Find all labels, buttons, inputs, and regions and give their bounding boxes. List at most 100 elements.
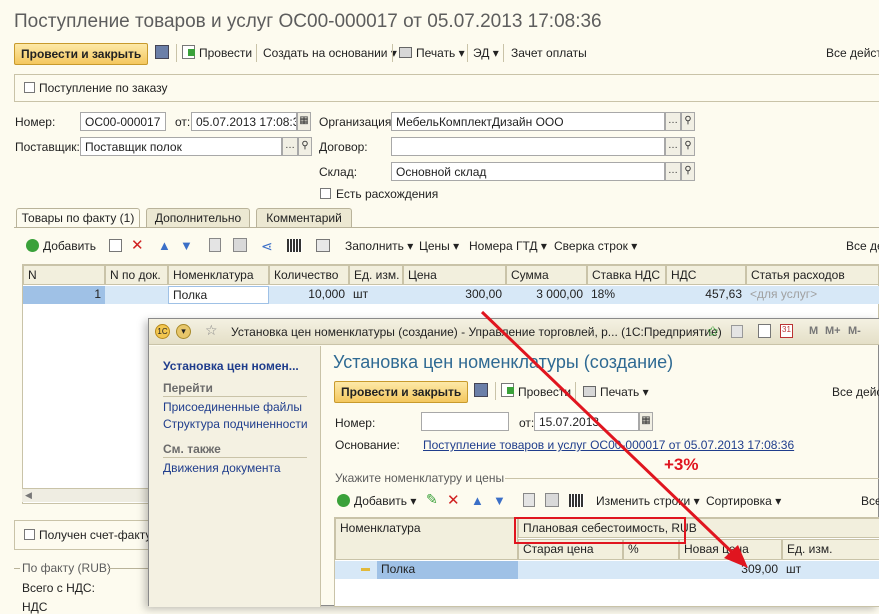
all-actions-button[interactable]: Все действ bbox=[826, 46, 879, 60]
contract-field[interactable] bbox=[391, 137, 665, 156]
select-ellipsis-icon[interactable]: … bbox=[665, 137, 681, 156]
memory-mminus-icon[interactable]: M- bbox=[848, 325, 861, 337]
table-row[interactable]: Полка 309,00 шт bbox=[335, 561, 879, 579]
select-ellipsis-icon[interactable]: … bbox=[665, 162, 681, 181]
edit-pencil-icon[interactable]: ✎ bbox=[426, 491, 438, 508]
basis-link[interactable]: Поступление товаров и услуг ОС00-000017 … bbox=[423, 438, 794, 452]
date-field[interactable]: 05.07.2013 17:08:36 bbox=[191, 112, 297, 131]
post-and-close-button[interactable]: Провести и закрыть bbox=[14, 43, 149, 65]
app-1c-icon[interactable]: 1С bbox=[155, 324, 170, 339]
calendar-icon[interactable]: ▦ bbox=[297, 112, 311, 131]
open-magnifier-icon[interactable]: ⚲ bbox=[298, 137, 312, 156]
column-header[interactable]: НДС bbox=[666, 265, 746, 285]
tab-comment[interactable]: Комментарий bbox=[256, 208, 352, 228]
add-button[interactable]: Добавить bbox=[43, 239, 96, 253]
warehouse-field[interactable]: Основной склад bbox=[391, 162, 665, 181]
column-header[interactable]: Ставка НДС bbox=[587, 265, 666, 285]
column-header[interactable]: Сумма bbox=[506, 265, 587, 285]
horizontal-scrollbar[interactable]: ◀ bbox=[22, 488, 152, 502]
payment-offset-button[interactable]: Зачет оплаты bbox=[511, 46, 587, 60]
move-up-icon[interactable]: ▲ bbox=[471, 493, 484, 508]
prices-button[interactable]: Цены ▾ bbox=[419, 239, 459, 253]
add-button[interactable]: Добавить ▾ bbox=[354, 494, 416, 508]
nav-current-item[interactable]: Установка цен номен... bbox=[163, 359, 299, 373]
calendar-icon[interactable]: 31 bbox=[780, 324, 793, 338]
all-actions-button[interactable]: Все дейс bbox=[832, 385, 879, 399]
move-down-icon[interactable]: ▼ bbox=[180, 238, 193, 253]
select-ellipsis-icon[interactable]: … bbox=[665, 112, 681, 131]
column-header-new-price[interactable]: Новая цена bbox=[679, 539, 782, 560]
save-disk-icon[interactable] bbox=[731, 325, 743, 338]
date-field[interactable]: 15.07.2013 bbox=[534, 412, 639, 431]
number-field[interactable] bbox=[421, 412, 509, 431]
delete-icon[interactable]: ✕ bbox=[447, 491, 460, 509]
tab-additional[interactable]: Дополнительно bbox=[146, 208, 250, 228]
move-down-icon[interactable]: ▼ bbox=[493, 493, 506, 508]
price-setting-window: 1С ▾ ☆ Установка цен номенклатуры (созда… bbox=[148, 318, 879, 607]
calculator-icon[interactable] bbox=[758, 324, 771, 338]
attached-files-link[interactable]: Присоединенные файлы bbox=[163, 400, 302, 414]
star-add-icon[interactable]: ✩ bbox=[707, 323, 719, 340]
memory-m-icon[interactable]: M bbox=[809, 325, 818, 337]
share-icon[interactable]: ⋖ bbox=[261, 238, 273, 255]
print-button[interactable]: Печать ▾ bbox=[416, 46, 465, 60]
table-icon[interactable] bbox=[316, 239, 330, 252]
supplier-field[interactable]: Поставщик полок bbox=[80, 137, 282, 156]
memory-mplus-icon[interactable]: M+ bbox=[825, 325, 841, 337]
ed-button[interactable]: ЭД ▾ bbox=[473, 46, 499, 60]
invoice-received-checkbox[interactable] bbox=[24, 529, 35, 540]
sort-label: Сортировка bbox=[706, 494, 772, 508]
column-header-item[interactable]: Номенклатура bbox=[335, 518, 518, 560]
tab-goods-by-fact[interactable]: Товары по факту (1) bbox=[16, 208, 140, 228]
cell-item[interactable]: Полка bbox=[168, 286, 269, 304]
document-movements-link[interactable]: Движения документа bbox=[163, 461, 281, 475]
fill-button[interactable]: Заполнить ▾ bbox=[345, 239, 413, 253]
save-icon[interactable] bbox=[155, 45, 169, 59]
favorite-star-icon[interactable]: ☆ bbox=[205, 322, 218, 339]
cell-new-price[interactable]: 309,00 bbox=[679, 561, 782, 579]
column-header[interactable]: N bbox=[23, 265, 105, 285]
delete-icon[interactable]: ✕ bbox=[131, 236, 144, 254]
grid-all-actions-button[interactable]: Все bbox=[861, 494, 879, 508]
table-row[interactable]: 1 Полка 10,000 шт 300,00 3 000,00 18% 45… bbox=[23, 286, 879, 304]
menu-down-icon[interactable]: ▾ bbox=[176, 324, 191, 339]
column-header[interactable]: Цена bbox=[403, 265, 506, 285]
column-header[interactable]: Номенклатура bbox=[168, 265, 269, 285]
post-button[interactable]: Провести bbox=[199, 46, 252, 60]
column-header[interactable]: Статья расходов bbox=[746, 265, 879, 285]
paste-icon[interactable] bbox=[233, 238, 247, 252]
open-magnifier-icon[interactable]: ⚲ bbox=[681, 162, 695, 181]
subordination-structure-link[interactable]: Структура подчиненности bbox=[163, 417, 308, 431]
by-order-checkbox[interactable] bbox=[24, 82, 35, 93]
reconcile-rows-button[interactable]: Сверка строк ▾ bbox=[554, 239, 637, 253]
post-button[interactable]: Провести bbox=[518, 385, 571, 399]
paste-icon[interactable] bbox=[545, 493, 559, 507]
scroll-left-icon[interactable]: ◀ bbox=[25, 490, 32, 501]
change-rows-button[interactable]: Изменить строки ▾ bbox=[596, 494, 700, 508]
print-button[interactable]: Печать ▾ bbox=[600, 385, 649, 399]
organization-field[interactable]: МебельКомплектДизайн ООО bbox=[391, 112, 665, 131]
copy-icon[interactable] bbox=[523, 493, 535, 507]
move-up-icon[interactable]: ▲ bbox=[158, 238, 171, 253]
cell-item[interactable]: Полка bbox=[377, 561, 518, 579]
post-and-close-button[interactable]: Провести и закрыть bbox=[334, 381, 469, 403]
discrepancy-checkbox[interactable] bbox=[320, 188, 331, 199]
column-header[interactable]: Количество bbox=[269, 265, 349, 285]
copy-add-icon[interactable] bbox=[109, 239, 122, 252]
calendar-icon[interactable]: ▦ bbox=[639, 412, 653, 431]
gtd-numbers-button[interactable]: Номера ГТД ▾ bbox=[469, 239, 547, 253]
create-based-on-button[interactable]: Создать на основании ▾ bbox=[263, 46, 397, 60]
barcode-icon[interactable] bbox=[569, 494, 584, 507]
copy-icon[interactable] bbox=[209, 238, 221, 252]
save-icon[interactable] bbox=[474, 383, 488, 397]
column-header[interactable]: N по док. bbox=[105, 265, 168, 285]
barcode-icon[interactable] bbox=[287, 239, 302, 252]
sort-button[interactable]: Сортировка ▾ bbox=[706, 494, 781, 508]
number-field[interactable]: ОС00-000017 bbox=[80, 112, 166, 131]
column-header[interactable]: Ед. изм. bbox=[349, 265, 403, 285]
column-header-unit[interactable]: Ед. изм. bbox=[782, 539, 879, 560]
open-magnifier-icon[interactable]: ⚲ bbox=[681, 112, 695, 131]
grid-all-actions-button[interactable]: Все дей bbox=[846, 239, 879, 253]
open-magnifier-icon[interactable]: ⚲ bbox=[681, 137, 695, 156]
select-ellipsis-icon[interactable]: … bbox=[282, 137, 298, 156]
